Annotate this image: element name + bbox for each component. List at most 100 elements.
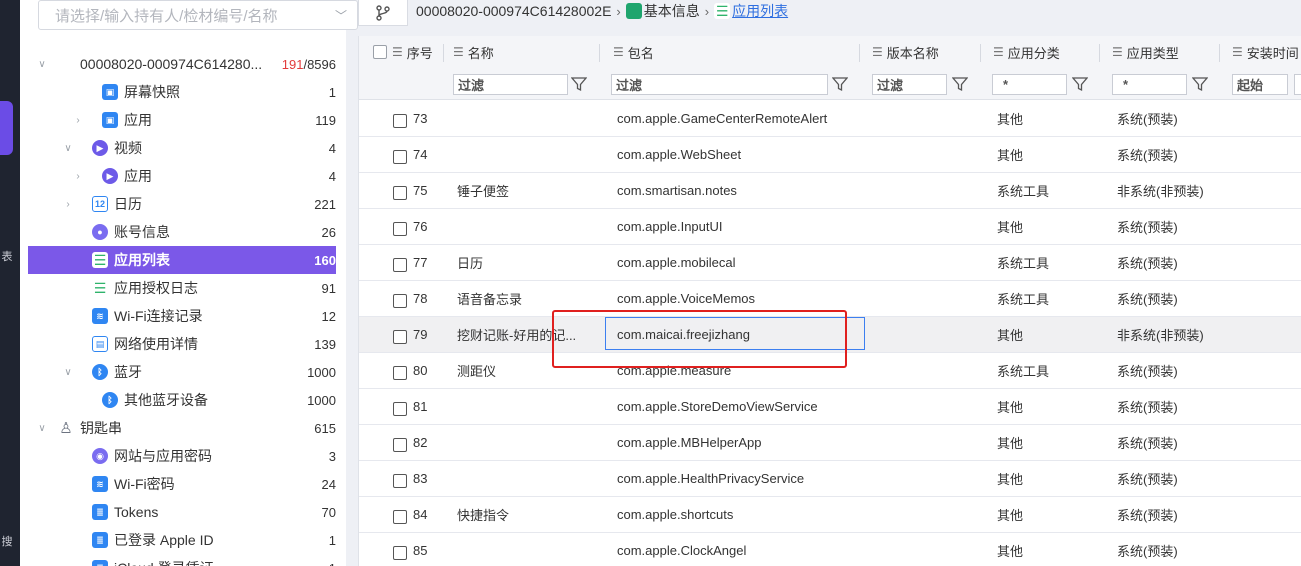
column-header-category[interactable]: ☰ 应用分类 [993, 36, 1060, 68]
category-cell[interactable]: 系统工具 [997, 281, 1097, 316]
row-index[interactable]: 83 [413, 461, 453, 496]
nav-rail-label-2[interactable]: 搜 [0, 533, 14, 549]
app-type-cell[interactable]: 系统(预装) [1117, 137, 1227, 172]
column-divider[interactable] [599, 44, 600, 62]
column-divider[interactable] [443, 44, 444, 62]
nav-rail-active-item[interactable] [0, 101, 13, 155]
app-type-cell[interactable]: 系统(预装) [1117, 461, 1227, 496]
row-index[interactable]: 85 [413, 533, 453, 566]
breadcrumb-device[interactable]: 00008020-000974C61428002E [416, 3, 611, 19]
tree-item[interactable]: ≣ 已登录 Apple ID 1 [28, 526, 336, 554]
column-divider[interactable] [980, 44, 981, 62]
app-name-cell[interactable] [457, 425, 597, 460]
app-name-cell[interactable] [457, 461, 597, 496]
app-type-cell[interactable]: 系统(预装) [1117, 497, 1227, 532]
row-checkbox[interactable] [393, 438, 407, 452]
tree-item[interactable]: › 12 日历 221 [28, 190, 336, 218]
app-name-cell[interactable]: 日历 [457, 245, 597, 280]
chevron-right-icon[interactable]: › [72, 171, 84, 182]
breadcrumb-section[interactable]: 基本信息 [644, 1, 700, 21]
app-name-cell[interactable] [457, 137, 597, 172]
tree-item[interactable]: ● 账号信息 26 [28, 218, 336, 246]
table-row[interactable]: 76 com.apple.InputUI 其他 系统(预装) [359, 209, 1301, 245]
row-checkbox[interactable] [393, 186, 407, 200]
row-index[interactable]: 81 [413, 389, 453, 424]
tree-item[interactable]: › ▶ 应用 4 [28, 162, 336, 190]
row-index[interactable]: 76 [413, 209, 453, 244]
column-header-index[interactable]: ☰ 序号 [392, 36, 433, 68]
category-cell[interactable]: 其他 [997, 497, 1097, 532]
tree-item[interactable]: ▣ 屏幕快照 1 [28, 78, 336, 106]
category-cell[interactable]: 系统工具 [997, 353, 1097, 388]
tree-item[interactable]: ◉ 网站与应用密码 3 [28, 442, 336, 470]
package-name-cell[interactable]: com.apple.GameCenterRemoteAlert [617, 101, 857, 136]
table-row[interactable]: 74 com.apple.WebSheet 其他 系统(预装) [359, 137, 1301, 173]
package-name-cell[interactable]: com.apple.ClockAngel [617, 533, 857, 566]
app-type-cell[interactable]: 系统(预装) [1117, 533, 1227, 566]
row-checkbox[interactable] [393, 222, 407, 236]
category-cell[interactable]: 其他 [997, 461, 1097, 496]
row-checkbox[interactable] [393, 330, 407, 344]
column-header-name[interactable]: ☰ 名称 [453, 36, 494, 68]
row-index[interactable]: 84 [413, 497, 453, 532]
table-row[interactable]: 77 日历 com.apple.mobilecal 系统工具 系统(预装) [359, 245, 1301, 281]
app-name-cell[interactable]: 挖财记账-好用的记... [457, 317, 597, 352]
name-filter-input[interactable]: 过滤 [453, 74, 568, 95]
tree-item[interactable]: ≣ iCloud 登录凭证 1 [28, 554, 336, 566]
row-checkbox[interactable] [393, 258, 407, 272]
row-index[interactable]: 77 [413, 245, 453, 280]
tree-item[interactable]: › ▣ 应用 119 [28, 106, 336, 134]
package-name-cell[interactable]: com.apple.InputUI [617, 209, 857, 244]
holder-search-select[interactable]: 请选择/输入持有人/检材编号/名称 ﹀ [38, 0, 358, 30]
tree-item[interactable]: ᛒ 其他蓝牙设备 1000 [28, 386, 336, 414]
package-name-cell[interactable]: com.apple.MBHelperApp [617, 425, 857, 460]
app-name-cell[interactable]: 锤子便签 [457, 173, 597, 208]
column-header-install-time[interactable]: ☰ 安装时间 [1232, 36, 1299, 68]
package-name-cell[interactable]: com.apple.measure [617, 353, 857, 388]
category-cell[interactable]: 系统工具 [997, 245, 1097, 280]
package-filter-input[interactable]: 过滤 [611, 74, 828, 95]
app-type-cell[interactable]: 系统(预装) [1117, 281, 1227, 316]
package-name-cell[interactable]: com.apple.StoreDemoViewService [617, 389, 857, 424]
column-header-version[interactable]: ☰ 版本名称 [872, 36, 939, 68]
tree-item[interactable]: ≣ Tokens 70 [28, 498, 336, 526]
table-row[interactable]: 85 com.apple.ClockAngel 其他 系统(预装) [359, 533, 1301, 566]
app-type-cell[interactable]: 系统(预装) [1117, 389, 1227, 424]
row-checkbox[interactable] [393, 150, 407, 164]
category-cell[interactable]: 其他 [997, 101, 1097, 136]
column-header-type[interactable]: ☰ 应用类型 [1112, 36, 1179, 68]
row-checkbox[interactable] [393, 546, 407, 560]
row-index[interactable]: 73 [413, 101, 453, 136]
package-name-cell[interactable]: com.apple.HealthPrivacyService [617, 461, 857, 496]
package-name-cell[interactable]: com.apple.WebSheet [617, 137, 857, 172]
version-filter-input[interactable]: 过滤 [872, 74, 947, 95]
app-name-cell[interactable]: 快捷指令 [457, 497, 597, 532]
package-name-cell[interactable]: com.apple.VoiceMemos [617, 281, 857, 316]
row-index[interactable]: 82 [413, 425, 453, 460]
tree-item[interactable]: ∨ ♙ 钥匙串 615 [28, 414, 336, 442]
chevron-down-icon[interactable]: ∨ [36, 59, 48, 70]
filter-funnel-icon[interactable] [952, 76, 968, 92]
row-index[interactable]: 78 [413, 281, 453, 316]
type-filter-select[interactable]: * [1112, 74, 1187, 95]
app-name-cell[interactable] [457, 101, 597, 136]
table-row[interactable]: 75 锤子便签 com.smartisan.notes 系统工具 非系统(非预装) [359, 173, 1301, 209]
chevron-down-icon[interactable]: ∨ [36, 423, 48, 434]
chevron-right-icon[interactable]: › [62, 199, 74, 210]
chevron-down-icon[interactable]: ∨ [62, 367, 74, 378]
category-cell[interactable]: 其他 [997, 425, 1097, 460]
row-checkbox[interactable] [393, 402, 407, 416]
app-name-cell[interactable]: 测距仪 [457, 353, 597, 388]
filter-funnel-icon[interactable] [832, 76, 848, 92]
table-row[interactable]: 81 com.apple.StoreDemoViewService 其他 系统(预装) [359, 389, 1301, 425]
category-cell[interactable]: 其他 [997, 209, 1097, 244]
tree-item[interactable]: ∨ ▶ 视频 4 [28, 134, 336, 162]
category-cell[interactable]: 其他 [997, 389, 1097, 424]
package-name-cell[interactable]: com.apple.mobilecal [617, 245, 857, 280]
table-row[interactable]: 79 挖财记账-好用的记... com.maicai.freejizhang 其他 非系… [359, 317, 1301, 353]
package-name-cell[interactable]: com.smartisan.notes [617, 173, 857, 208]
column-header-package[interactable]: ☰ 包名 [613, 36, 654, 68]
tree-item[interactable]: ∨ 00008020-000974C614280... 191/8596 [28, 50, 336, 78]
row-checkbox[interactable] [393, 294, 407, 308]
filter-funnel-icon[interactable] [571, 76, 587, 92]
